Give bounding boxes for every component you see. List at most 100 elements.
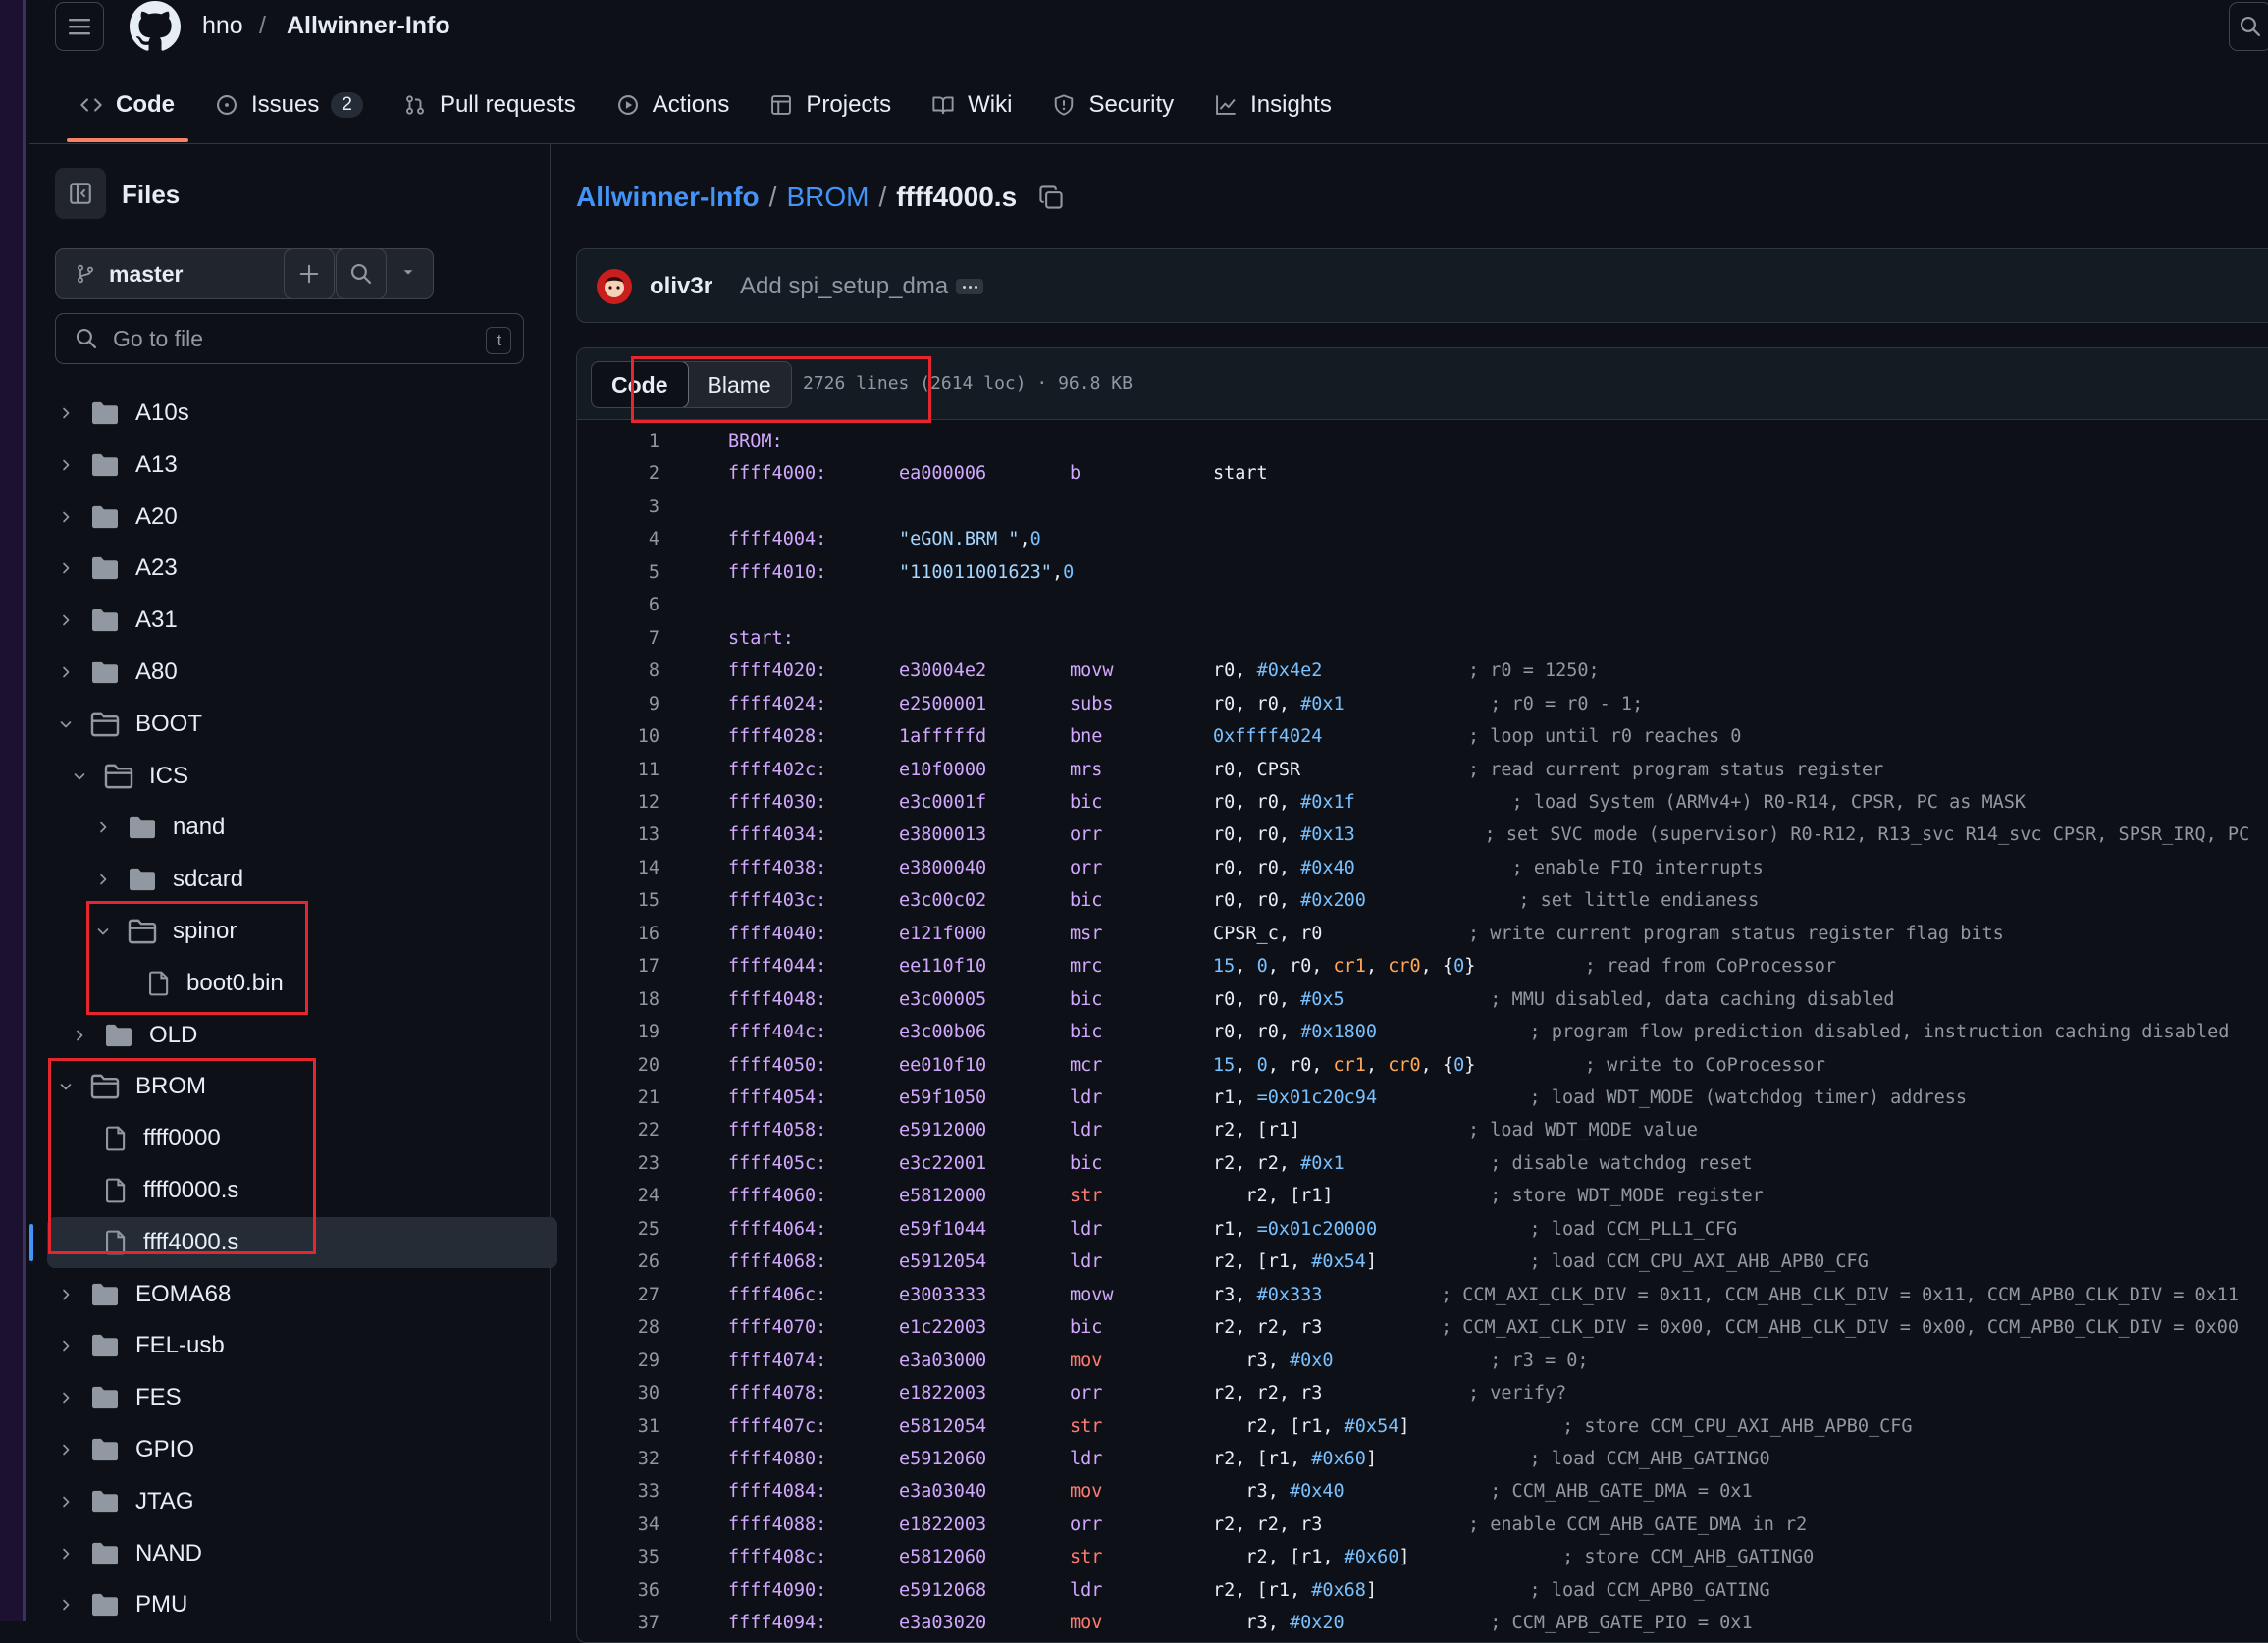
code-mnemonic: orr [1070,1383,1103,1404]
chevron-right-icon[interactable] [53,1442,79,1458]
chevron-right-icon[interactable] [90,872,116,887]
chevron-down-icon[interactable] [53,1079,79,1094]
code-address: ffff404c: [728,1022,827,1042]
tree-folder-eoma68[interactable]: EOMA68 [53,1269,497,1320]
tree-folder-nand[interactable]: nand [90,802,497,853]
chevron-right-icon[interactable] [53,664,79,680]
add-file-button[interactable] [284,248,335,299]
tree-file-boot0.bin[interactable]: boot0.bin [110,958,497,1009]
code-mnemonic: msr [1070,924,1103,944]
chevron-down-icon[interactable] [90,924,116,939]
tree-folder-fel-usb[interactable]: FEL-usb [53,1320,497,1371]
shield-icon [1053,94,1075,116]
tab-actions[interactable]: Actions [604,80,744,130]
tree-folder-fes[interactable]: FES [53,1372,497,1423]
menu-button[interactable] [55,2,104,51]
folder-icon [90,452,120,478]
tab-projects[interactable]: Projects [757,80,905,130]
line-number: 3 [648,497,659,517]
chevron-right-icon[interactable] [53,612,79,628]
go-to-file-field[interactable]: t [55,313,524,364]
tab-issues[interactable]: Issues 2 [202,80,377,130]
line-number: 8 [648,661,659,681]
code-operands: r0, CPSR [1213,760,1301,780]
chevron-right-icon[interactable] [53,560,79,576]
code-comment: ; enable FIQ interrupts [1468,858,1764,878]
code-mnemonic: bic [1070,1153,1103,1174]
latest-commit-bar: oliv3r Add spi_setup_dma [576,248,2268,323]
breadcrumb-repo-link[interactable]: Allwinner-Info [576,182,760,213]
tree-folder-jtag[interactable]: JTAG [53,1476,497,1527]
code-icon [80,94,102,116]
repo-owner-link[interactable]: hno [202,12,243,40]
tree-folder-ics[interactable]: ICS [67,751,497,802]
tree-folder-spinor[interactable]: spinor [90,906,497,957]
folder-icon [90,1437,120,1462]
tab-wiki[interactable]: Wiki [919,80,1026,130]
code-operands: 15, 0, r0, cr1, cr0, {0} [1213,956,1476,977]
search-files-button[interactable] [336,248,387,299]
chevron-right-icon[interactable] [53,405,79,421]
line-number: 25 [637,1219,659,1240]
go-to-file-input[interactable] [111,324,468,353]
book-icon [932,94,954,116]
code-comment: ; loop until r0 reaches 0 [1468,726,1742,747]
global-search-button[interactable] [2229,2,2268,51]
tree-file-ffff0000[interactable]: ffff0000 [67,1113,497,1164]
chevron-right-icon[interactable] [53,1597,79,1613]
tree-folder-a31[interactable]: A31 [53,595,497,646]
code-operands: r2, [r1, #0x60] [1213,1547,1410,1567]
code-opcode-hex: e3800013 [899,824,987,845]
code-operands: r2, r2, r3 [1213,1317,1323,1338]
commit-author-link[interactable]: oliv3r [650,273,712,300]
tree-folder-a10s[interactable]: A10s [53,388,497,439]
chevron-right-icon[interactable] [53,1287,79,1302]
tree-folder-brom[interactable]: BROM [53,1061,497,1112]
tab-insights[interactable]: Insights [1201,80,1345,130]
tree-file-ffff4000.s[interactable]: ffff4000.s [47,1217,557,1268]
code-operands: r2, r2, r3 [1213,1383,1323,1404]
chevron-right-icon[interactable] [53,1494,79,1510]
breadcrumb-folder-link[interactable]: BROM [786,182,869,213]
tree-folder-a23[interactable]: A23 [53,543,497,594]
tree-folder-a20[interactable]: A20 [53,492,497,543]
avatar[interactable] [597,269,632,304]
tab-label: Issues [251,91,320,118]
chevron-right-icon[interactable] [53,457,79,473]
file-icon [104,1126,128,1151]
chevron-right-icon[interactable] [53,1390,79,1405]
tree-folder-a80[interactable]: A80 [53,647,497,698]
blame-view-button[interactable]: Blame [688,362,791,407]
commit-message-link[interactable]: Add spi_setup_dma [740,273,948,300]
tab-security[interactable]: Security [1039,80,1187,130]
tree-folder-nand[interactable]: NAND [53,1528,497,1579]
tab-pull-requests[interactable]: Pull requests [391,80,590,130]
tree-folder-old[interactable]: OLD [67,1010,497,1061]
repo-name-link[interactable]: Allwinner-Info [287,12,450,40]
chevron-right-icon[interactable] [90,820,116,835]
ellipsis-icon[interactable] [956,279,983,294]
code-view-button[interactable]: Code [591,362,689,407]
chevron-right-icon[interactable] [53,509,79,525]
tree-folder-a13[interactable]: A13 [53,440,497,491]
tree-file-ffff0000.s[interactable]: ffff0000.s [67,1165,497,1216]
tree-folder-sdcard[interactable]: sdcard [90,854,497,905]
copy-path-icon[interactable] [1038,185,1064,210]
file-icon [104,1178,128,1203]
code-comment: ; load WDT_MODE (watchdog timer) address [1486,1087,1968,1108]
tree-folder-pmu[interactable]: PMU [53,1579,497,1630]
tree-folder-gpio[interactable]: GPIO [53,1424,497,1475]
code-address: ffff406c: [728,1285,827,1305]
tree-folder-boot[interactable]: BOOT [53,699,497,750]
tab-label: Code [116,91,175,118]
chevron-down-icon[interactable] [53,716,79,732]
chevron-right-icon[interactable] [53,1338,79,1353]
line-number: 17 [637,956,659,977]
tab-code[interactable]: Code [67,80,188,142]
collapse-sidebar-button[interactable] [55,168,106,219]
code-opcode-hex: e3c00c02 [899,890,987,911]
github-logo-icon[interactable] [130,1,181,52]
chevron-right-icon[interactable] [67,1028,92,1043]
chevron-right-icon[interactable] [53,1546,79,1562]
chevron-down-icon[interactable] [67,768,92,784]
